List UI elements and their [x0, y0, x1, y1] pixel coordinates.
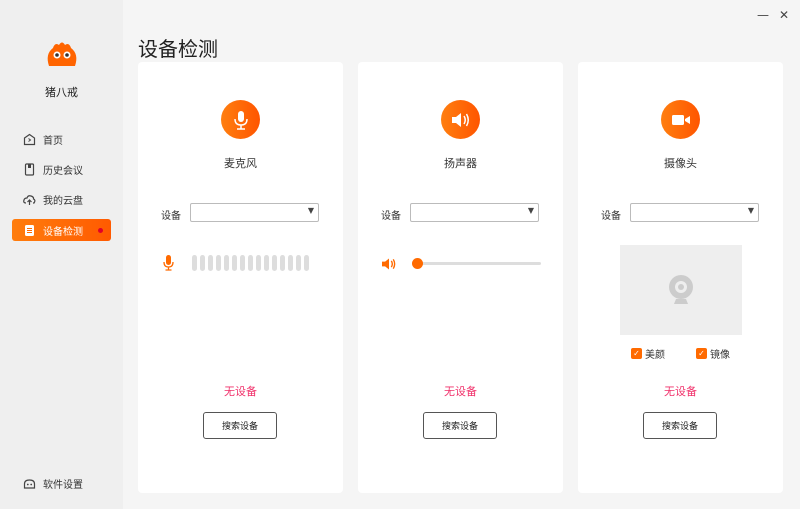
home-icon — [23, 133, 36, 145]
chevron-down-icon: ▼ — [307, 206, 314, 215]
sidebar-item-cloud[interactable]: 我的云盘 — [12, 188, 111, 210]
sidebar-item-label: 我的云盘 — [43, 195, 83, 207]
mic-level-bar — [192, 255, 197, 271]
beauty-label: 美颜 — [645, 350, 665, 361]
camera-card: 摄像头 设备 ▼ ✓ 美颜 ✓ 镜像 无设备 搜索设备 — [578, 62, 783, 493]
check-icon: ✓ — [696, 348, 707, 359]
mic-level-bar — [232, 255, 237, 271]
speaker-card: 扬声器 设备 ▼ 无设备 搜索设备 — [358, 62, 563, 493]
microphone-device-select[interactable]: ▼ — [190, 203, 319, 222]
mic-level-bar — [280, 255, 285, 271]
mic-level-bar — [248, 255, 253, 271]
search-device-button[interactable]: 搜索设备 — [643, 412, 717, 439]
no-device-status: 无设备 — [224, 385, 257, 398]
sidebar-item-device-check[interactable]: 设备检测 — [12, 219, 111, 241]
mic-level-bar — [216, 255, 221, 271]
card-title: 扬声器 — [444, 157, 477, 170]
settings-label: 软件设置 — [43, 479, 83, 491]
app-name: 猪八戒 — [45, 86, 78, 99]
check-icon: ✓ — [631, 348, 642, 359]
history-icon — [24, 162, 35, 176]
no-device-status: 无设备 — [664, 385, 697, 398]
camera-preview — [620, 245, 742, 335]
device-label: 设备 — [161, 211, 181, 222]
microphone-icon — [221, 100, 260, 139]
chevron-down-icon: ▼ — [747, 206, 754, 215]
close-button[interactable]: ✕ — [779, 8, 789, 22]
card-title: 摄像头 — [664, 157, 697, 170]
minimize-button[interactable]: — — [757, 8, 769, 22]
camera-device-select[interactable]: ▼ — [630, 203, 759, 222]
camera-icon — [661, 100, 700, 139]
notification-dot — [98, 228, 103, 233]
microphone-card: 麦克风 设备 ▼ 无设备 搜索设备 — [138, 62, 343, 493]
card-title: 麦克风 — [224, 157, 257, 170]
mic-level-bar — [208, 255, 213, 271]
settings-robot-icon — [23, 478, 36, 489]
cloud-upload-icon — [23, 194, 36, 205]
sidebar-item-home[interactable]: 首页 — [12, 128, 111, 150]
mic-level-icon — [163, 255, 174, 271]
mic-level-bar — [296, 255, 301, 271]
mirror-checkbox[interactable]: ✓ 镜像 — [696, 346, 730, 361]
speaker-device-select[interactable]: ▼ — [410, 203, 539, 222]
device-label: 设备 — [601, 211, 621, 222]
speaker-icon — [441, 100, 480, 139]
sidebar-item-label: 历史会议 — [43, 165, 83, 177]
mic-level-bar — [264, 255, 269, 271]
webcam-placeholder-icon — [669, 275, 693, 304]
sidebar-item-label: 设备检测 — [43, 226, 83, 238]
mic-level-bar — [224, 255, 229, 271]
page-title: 设备检测 — [138, 37, 218, 61]
sidebar-item-label: 首页 — [43, 135, 63, 147]
volume-icon — [382, 258, 396, 270]
mic-level-bar — [304, 255, 309, 271]
sidebar-item-history[interactable]: 历史会议 — [12, 158, 111, 180]
chevron-down-icon: ▼ — [527, 206, 534, 215]
search-device-button[interactable]: 搜索设备 — [203, 412, 277, 439]
mic-level-bar — [288, 255, 293, 271]
device-label: 设备 — [381, 211, 401, 222]
volume-slider[interactable] — [412, 258, 541, 269]
app-logo — [47, 42, 77, 66]
mic-level-bar — [240, 255, 245, 271]
device-check-icon — [25, 224, 34, 236]
mic-level-bar — [272, 255, 277, 271]
mic-level-bar — [200, 255, 205, 271]
mic-level-bar — [256, 255, 261, 271]
search-device-button[interactable]: 搜索设备 — [423, 412, 497, 439]
volume-slider-handle[interactable] — [412, 258, 423, 269]
mic-level-meter — [192, 255, 309, 271]
no-device-status: 无设备 — [444, 385, 477, 398]
sidebar: 猪八戒 首页 历史会议 我的云盘 设备检测 软件设置 — [0, 0, 123, 509]
beauty-checkbox[interactable]: ✓ 美颜 — [631, 346, 665, 361]
software-settings-button[interactable]: 软件设置 — [12, 472, 111, 494]
mirror-label: 镜像 — [710, 350, 730, 361]
